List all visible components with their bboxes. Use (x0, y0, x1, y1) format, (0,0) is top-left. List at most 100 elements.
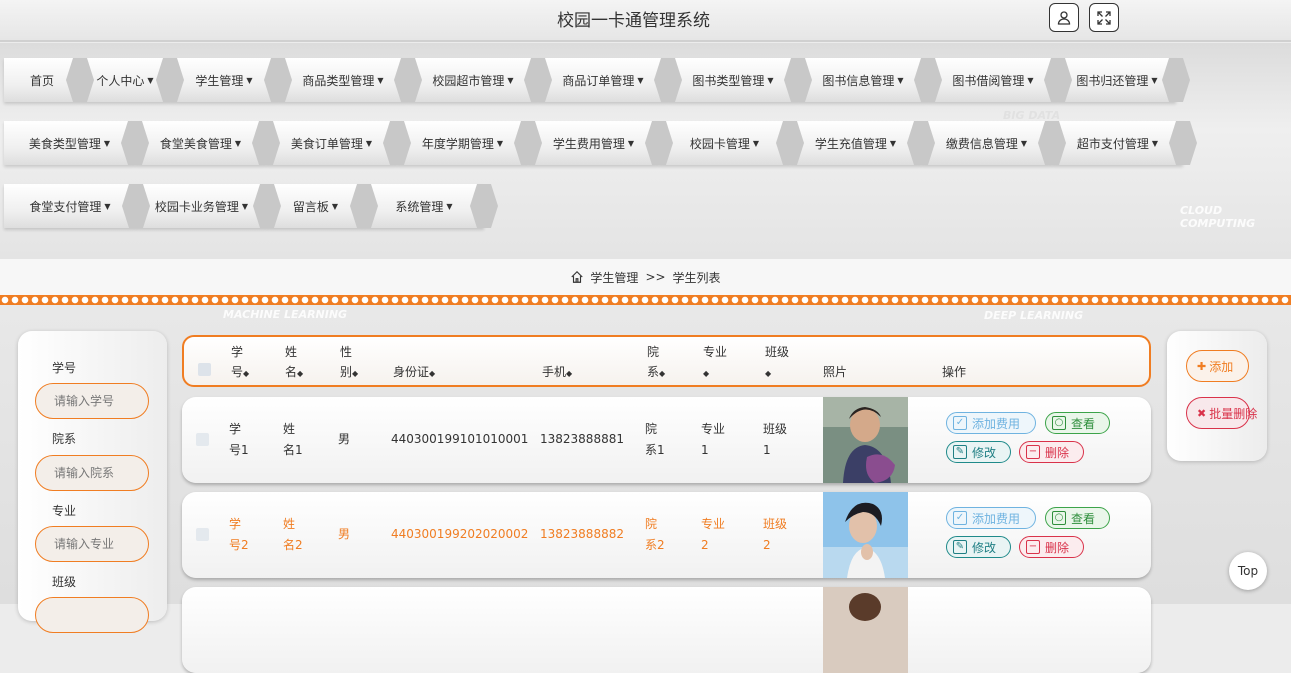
cell-college-l1: 院 (645, 517, 658, 531)
nav-item[interactable]: 校园卡管理 ▼ (659, 121, 804, 165)
header-college-l2: 系 (647, 365, 660, 379)
sort-icon: ◆ (566, 369, 573, 378)
add-button[interactable]: ✚ 添加 (1186, 350, 1249, 382)
caret-down-icon: ▼ (889, 138, 897, 148)
nav-item[interactable]: 年度学期管理 ▼ (397, 121, 542, 165)
nav-item[interactable]: 校园超市管理 ▼ (408, 58, 552, 102)
major-search-input[interactable] (35, 526, 149, 562)
header-major-l1: 专业 (703, 345, 728, 359)
header-phone[interactable]: 手机◆ (542, 362, 572, 384)
header-xuehao-l2: 号 (231, 365, 244, 379)
header-college[interactable]: 院系◆ (647, 342, 665, 384)
cell-xuehao-l1: 学 (229, 517, 242, 531)
header-name-l1: 姓 (285, 345, 298, 359)
nav-item[interactable]: 学生管理 ▼ (170, 58, 292, 102)
caret-down-icon: ▼ (496, 138, 504, 148)
header-class[interactable]: 班级 ◆ (765, 342, 789, 384)
breadcrumb-section[interactable]: 学生管理 (590, 269, 638, 286)
view-button[interactable]: ○ 查看 (1045, 412, 1110, 434)
cell-major-l1: 专业 (701, 517, 726, 531)
header-gender[interactable]: 性别◆ (340, 342, 358, 384)
edit-icon: ✎ (953, 540, 967, 554)
search-label-major: 专业 (52, 504, 77, 518)
sort-icon: ◆ (243, 369, 250, 378)
select-all-checkbox[interactable] (198, 363, 211, 376)
cell-idcard: 440300199202020002 (391, 527, 529, 541)
caret-down-icon: ▼ (627, 138, 635, 148)
header-name[interactable]: 姓名◆ (285, 342, 303, 384)
sort-icon: ◆ (659, 369, 666, 378)
table-row[interactable]: 学号2 姓名2 男 440300199202020002 13823888882… (182, 492, 1151, 578)
add-fee-button[interactable]: ✓ 添加费用 (946, 412, 1036, 434)
batch-delete-button[interactable]: ✖ 批量删除 (1186, 397, 1257, 429)
add-fee-button[interactable]: ✓ 添加费用 (946, 507, 1036, 529)
nav-item[interactable]: 图书类型管理 ▼ (668, 58, 812, 102)
cell-college: 院系2 (645, 514, 665, 556)
cell-xuehao-l2: 号2 (229, 538, 249, 552)
back-to-top-button[interactable]: Top (1229, 552, 1267, 590)
nav-item[interactable]: 图书归还管理 ▼ (1058, 58, 1190, 102)
nav-item[interactable]: 商品订单管理 ▼ (538, 58, 682, 102)
xuehao-search-input[interactable] (35, 383, 149, 419)
edit-button[interactable]: ✎ 修改 (946, 536, 1011, 558)
delete-button[interactable]: − 删除 (1019, 536, 1084, 558)
nav-item-label: 图书信息管理 (822, 73, 895, 88)
edit-button[interactable]: ✎ 修改 (946, 441, 1011, 463)
nav-row-2: 美食类型管理 ▼ 食堂美食管理 ▼ 美食订单管理 ▼ 年度学期管理 ▼ 学生费用管理 ▼ 校园卡管理… (4, 121, 1197, 165)
nav-item-label: 食堂支付管理 (29, 199, 102, 214)
nav-item[interactable]: 首页 (4, 58, 94, 102)
plus-icon: ✚ (1197, 359, 1207, 373)
nav-item[interactable]: 图书信息管理 ▼ (798, 58, 942, 102)
cell-phone: 13823888881 (540, 432, 624, 446)
nav-item[interactable]: 食堂美食管理 ▼ (135, 121, 280, 165)
nav-item[interactable]: 超市支付管理 ▼ (1052, 121, 1197, 165)
caret-down-icon: ▼ (897, 75, 904, 85)
check-square-icon: ✓ (953, 511, 967, 525)
header-xuehao[interactable]: 学号◆ (231, 342, 249, 384)
caret-down-icon: ▼ (104, 201, 111, 211)
nav-item[interactable]: 美食订单管理 ▼ (266, 121, 411, 165)
header-college-l1: 院 (647, 345, 660, 359)
nav-item-label: 校园卡管理 (689, 136, 750, 151)
search-label-college: 院系 (52, 432, 77, 446)
nav-item[interactable]: 留言板 ▼ (267, 184, 378, 228)
caret-down-icon: ▼ (103, 138, 111, 148)
nav-item-label: 学生管理 (195, 73, 244, 88)
nav-item[interactable]: 学生费用管理 ▼ (528, 121, 673, 165)
nav-item[interactable]: 学生充值管理 ▼ (790, 121, 935, 165)
nav-item[interactable]: 美食类型管理 ▼ (4, 121, 149, 165)
sort-icon: ◆ (352, 369, 359, 378)
class-search-input[interactable] (35, 597, 149, 633)
table-row[interactable]: 学号1 姓名1 男 440300199101010001 13823888881… (182, 397, 1151, 483)
breadcrumb: 学生管理 >> 学生列表 (0, 259, 1291, 295)
header-photo: 照片 (823, 365, 848, 379)
fullscreen-button[interactable] (1089, 3, 1119, 32)
nav-item[interactable]: 缴费信息管理 ▼ (921, 121, 1066, 165)
nav-item[interactable]: 校园卡业务管理 ▼ (136, 184, 281, 228)
deco-machine-learning: MACHINE LEARNING (223, 308, 348, 321)
view-button[interactable]: ○ 查看 (1045, 507, 1110, 529)
header-idcard[interactable]: 身份证◆ (393, 362, 435, 384)
college-search-input[interactable] (35, 455, 149, 491)
header-major[interactable]: 专业 ◆ (703, 342, 727, 384)
header-gender-l1: 性 (340, 345, 353, 359)
caret-down-icon: ▼ (331, 201, 339, 211)
nav-item[interactable]: 商品类型管理 ▼ (278, 58, 422, 102)
student-photo (823, 492, 908, 578)
cell-name-l1: 姓 (283, 422, 296, 436)
nav-item[interactable]: 食堂支付管理 ▼ (4, 184, 150, 228)
nav-item[interactable]: 系统管理 ▼ (364, 184, 498, 228)
nav-item-label: 食堂美食管理 (159, 136, 232, 151)
caret-down-icon: ▼ (637, 75, 644, 85)
nav-separator (470, 184, 498, 228)
nav-item-label: 学生充值管理 (814, 136, 887, 151)
user-button[interactable] (1049, 3, 1079, 32)
caret-down-icon: ▼ (752, 138, 760, 148)
nav-item[interactable]: 图书借阅管理 ▼ (928, 58, 1072, 102)
caret-down-icon: ▼ (1151, 138, 1159, 148)
row-checkbox[interactable] (196, 433, 209, 446)
table-row[interactable] (182, 587, 1151, 673)
delete-button[interactable]: − 删除 (1019, 441, 1084, 463)
row-checkbox[interactable] (196, 528, 209, 541)
main-navigation: CLOUD COMPUTING BIG DATA 首页 个人中心 ▼ 学生管理 ▼ 商品类… (0, 43, 1291, 259)
